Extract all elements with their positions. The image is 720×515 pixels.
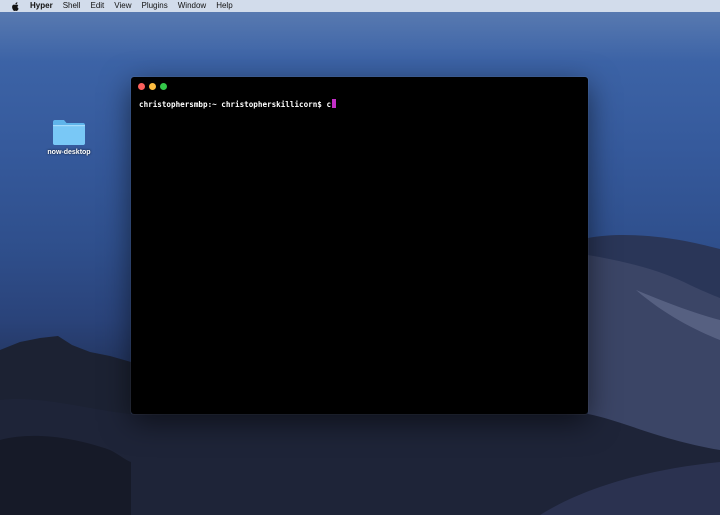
menu-app-name[interactable]: Hyper (30, 0, 53, 12)
menu-shell[interactable]: Shell (63, 0, 81, 12)
desktop-background: Hyper Shell Edit View Plugins Window Hel… (0, 0, 720, 515)
menu-plugins[interactable]: Plugins (141, 0, 167, 12)
zoom-button[interactable] (160, 83, 167, 90)
close-button[interactable] (138, 83, 145, 90)
window-controls (138, 83, 167, 90)
minimize-button[interactable] (149, 83, 156, 90)
hyper-terminal-window[interactable]: christophersmbp:~ christopherskillicorn$… (131, 77, 588, 414)
terminal-output[interactable]: christophersmbp:~ christopherskillicorn$… (139, 99, 580, 408)
text-cursor (332, 99, 337, 108)
menu-help[interactable]: Help (216, 0, 232, 12)
apple-logo-icon[interactable] (11, 1, 21, 11)
folder-icon[interactable] (52, 118, 86, 146)
menu-view[interactable]: View (114, 0, 131, 12)
shell-prompt: christophersmbp:~ christopherskillicorn$ (139, 100, 327, 109)
menu-window[interactable]: Window (178, 0, 206, 12)
menu-bar: Hyper Shell Edit View Plugins Window Hel… (0, 0, 720, 12)
desktop-folder-item[interactable]: now-desktop (40, 118, 98, 156)
folder-label[interactable]: now-desktop (40, 149, 98, 156)
command-input[interactable]: c (326, 100, 331, 109)
menu-edit[interactable]: Edit (90, 0, 104, 12)
